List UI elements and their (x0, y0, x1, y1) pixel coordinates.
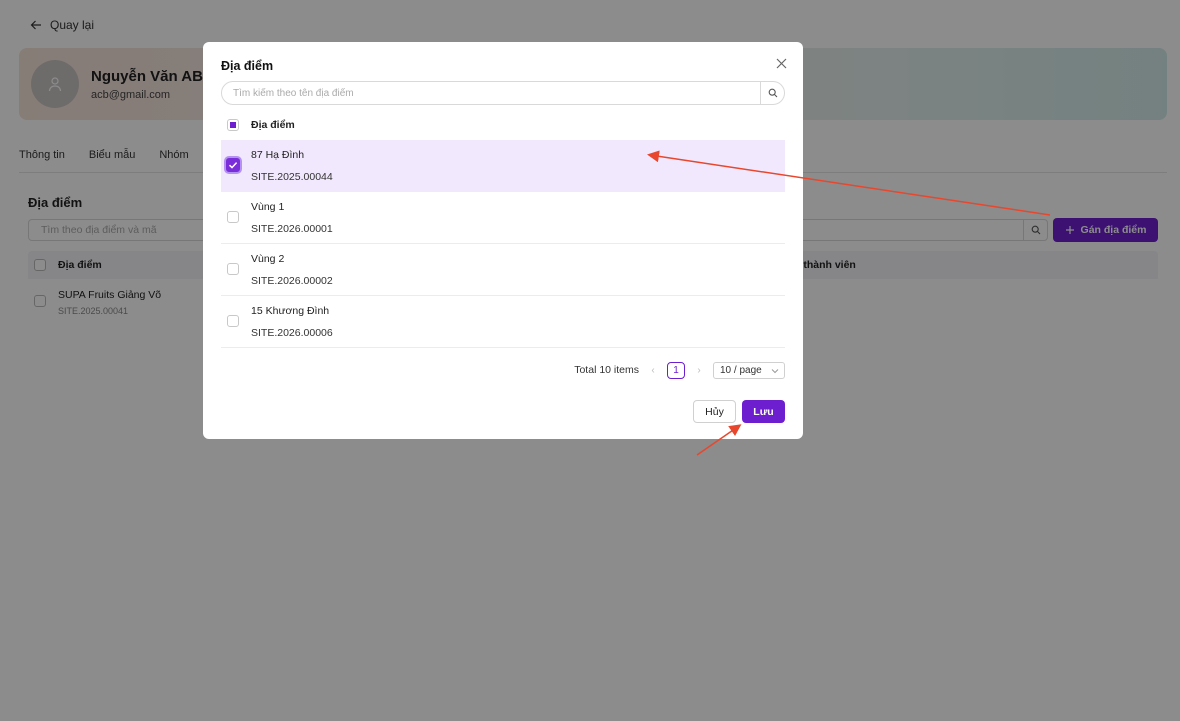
item-checkbox[interactable] (227, 263, 239, 275)
pagination: Total 10 items ‹ 1 › 10 / page (574, 361, 785, 379)
item-name: Vùng 2 (251, 253, 285, 265)
site-picker-modal: Địa điểm Địa điểm 87 Hạ Đình SITE.2025.0… (203, 42, 803, 439)
search-icon (768, 88, 777, 98)
list-item[interactable]: 15 Khương Đình SITE.2026.00006 (221, 296, 785, 348)
chevron-down-icon (771, 368, 779, 373)
close-button[interactable] (774, 56, 788, 70)
prev-page-icon[interactable]: ‹ (649, 365, 657, 376)
modal-search-button[interactable] (760, 82, 784, 104)
item-checkbox[interactable] (227, 211, 239, 223)
item-code: SITE.2026.00006 (251, 327, 333, 339)
modal-title: Địa điểm (221, 59, 274, 73)
item-code: SITE.2026.00001 (251, 223, 333, 235)
item-code: SITE.2025.00044 (251, 171, 333, 183)
item-name: 87 Hạ Đình (251, 149, 305, 161)
list-item[interactable]: Vùng 2 SITE.2026.00002 (221, 244, 785, 296)
select-all-checkbox-indeterminate[interactable] (227, 119, 239, 131)
cancel-button[interactable]: Hủy (693, 400, 736, 423)
checkmark-icon (228, 162, 238, 169)
page-size-value: 10 / page (720, 364, 762, 376)
modal-search-input[interactable] (233, 86, 753, 101)
item-name: 15 Khương Đình (251, 305, 330, 317)
list-header-label: Địa điểm (251, 119, 295, 131)
page-button-current[interactable]: 1 (667, 361, 685, 379)
pagination-total: Total 10 items (574, 364, 639, 376)
list-item-selected[interactable]: 87 Hạ Đình SITE.2025.00044 (221, 140, 785, 192)
list-header: Địa điểm (221, 114, 785, 136)
list-item[interactable]: Vùng 1 SITE.2026.00001 (221, 192, 785, 244)
close-icon (776, 58, 786, 68)
item-code: SITE.2026.00002 (251, 275, 333, 287)
item-name: Vùng 1 (251, 201, 285, 213)
modal-search (221, 81, 785, 105)
page-size-select[interactable]: 10 / page (713, 361, 785, 379)
item-checkbox-checked[interactable] (224, 156, 242, 174)
next-page-icon[interactable]: › (695, 365, 703, 376)
save-button[interactable]: Lưu (742, 400, 785, 423)
item-checkbox[interactable] (227, 315, 239, 327)
